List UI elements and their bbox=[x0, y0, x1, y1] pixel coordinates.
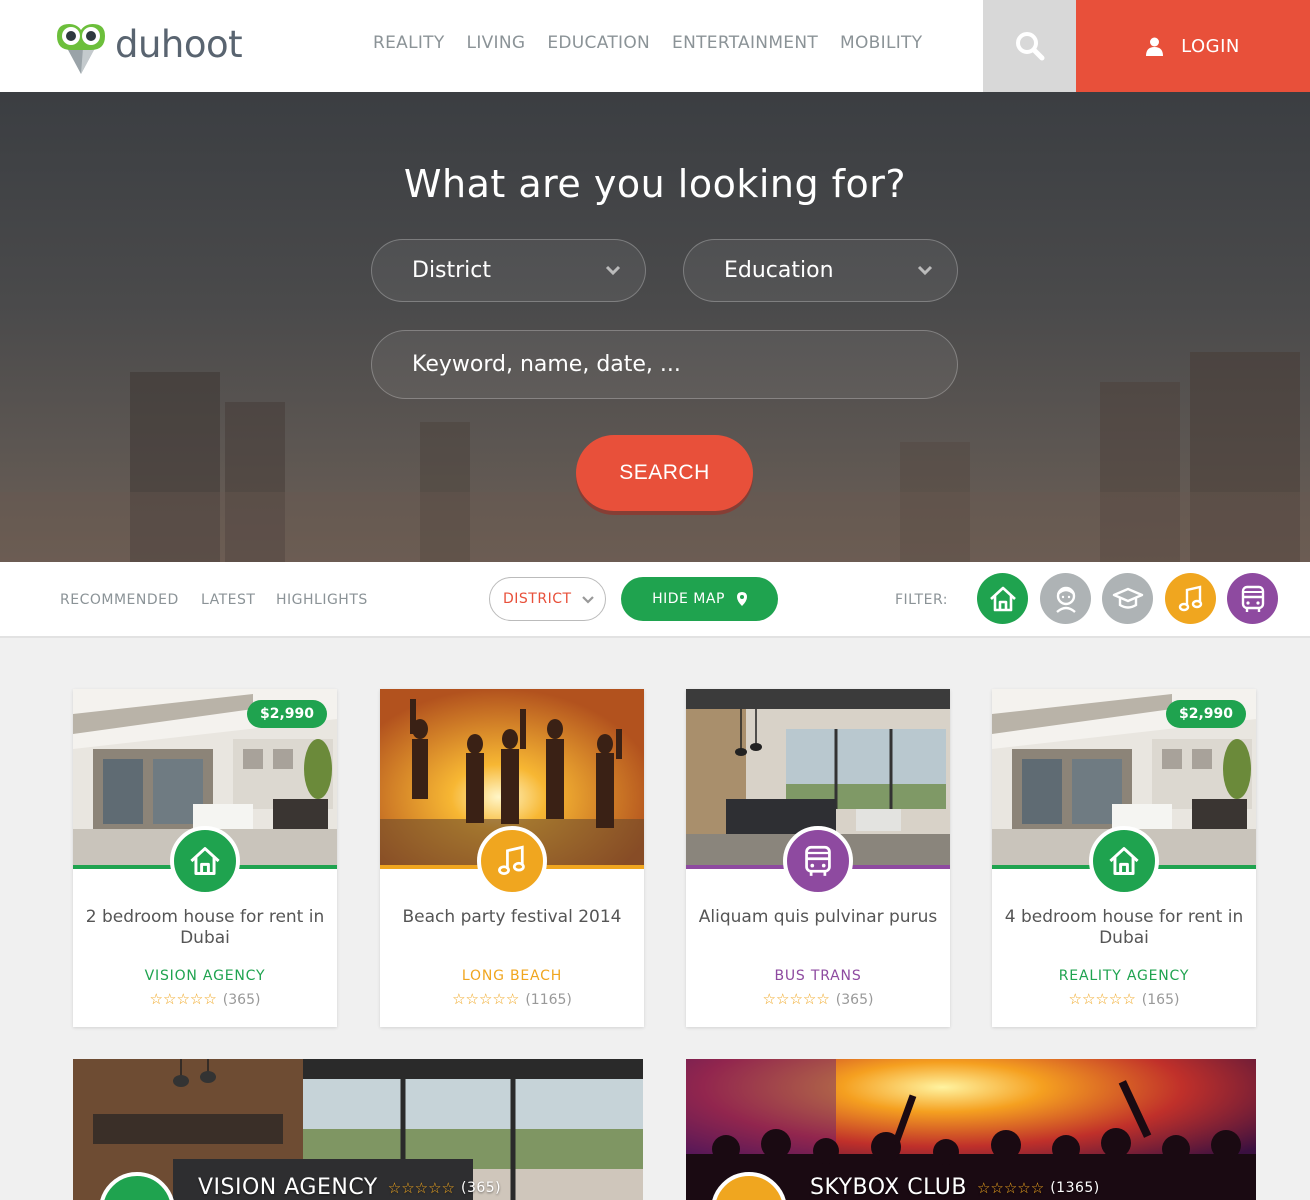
star-rating-icon: ☆☆☆☆☆ bbox=[387, 1178, 455, 1197]
nav-item-education[interactable]: EDUCATION bbox=[547, 33, 650, 53]
listing-card[interactable]: $2,990 2 bedroom house for rent in Dubai… bbox=[73, 689, 337, 1027]
category-badge bbox=[1089, 826, 1159, 896]
listing-title[interactable]: Beach party festival 2014 bbox=[390, 907, 634, 928]
house-icon bbox=[989, 586, 1016, 611]
featured-card[interactable]: VISION AGENCY ☆☆☆☆☆ (365) bbox=[73, 1059, 643, 1200]
featured-title[interactable]: SKYBOX CLUB bbox=[810, 1175, 967, 1200]
login-label: LOGIN bbox=[1181, 35, 1240, 57]
header-search-button[interactable] bbox=[983, 0, 1076, 92]
filter-reality[interactable] bbox=[977, 573, 1028, 624]
featured-title-row: SKYBOX CLUB ☆☆☆☆☆ (1365) bbox=[810, 1175, 1100, 1200]
listing-rating: ☆☆☆☆☆ (365) bbox=[686, 990, 950, 1008]
top-header: duhoot REALITY LIVING EDUCATION ENTERTAI… bbox=[0, 0, 1310, 92]
category-badge bbox=[477, 826, 547, 896]
bus-icon bbox=[1241, 585, 1264, 612]
listing-title[interactable]: 4 bedroom house for rent in Dubai bbox=[1002, 907, 1246, 949]
district-dropdown[interactable]: DISTRICT bbox=[489, 577, 606, 621]
filter-education[interactable] bbox=[1102, 573, 1153, 624]
star-rating-icon: ☆☆☆☆☆ bbox=[1068, 990, 1136, 1008]
featured-card[interactable]: SKYBOX CLUB ☆☆☆☆☆ (1365) bbox=[686, 1059, 1256, 1200]
price-badge: $2,990 bbox=[1165, 700, 1246, 728]
bus-icon bbox=[805, 845, 831, 876]
hero-search: What are you looking for? District Educa… bbox=[0, 92, 1310, 562]
star-rating-icon: ☆☆☆☆☆ bbox=[452, 990, 520, 1008]
filter-mobility[interactable] bbox=[1227, 573, 1278, 624]
graduation-cap-icon bbox=[1112, 587, 1143, 609]
listing-agency[interactable]: REALITY AGENCY bbox=[992, 968, 1256, 984]
chevron-down-icon bbox=[917, 265, 933, 276]
nav-item-entertainment[interactable]: ENTERTAINMENT bbox=[672, 33, 818, 53]
listing-card[interactable]: Aliquam quis pulvinar purus BUS TRANS ☆☆… bbox=[686, 689, 950, 1027]
brand-name: duhoot bbox=[115, 22, 243, 66]
hero-title: What are you looking for? bbox=[403, 162, 907, 206]
keyword-input[interactable] bbox=[371, 330, 958, 399]
tab-highlights[interactable]: HIGHLIGHTS bbox=[276, 592, 368, 608]
music-note-icon bbox=[498, 845, 525, 875]
nav-item-living[interactable]: LIVING bbox=[467, 33, 526, 53]
listing-agency[interactable]: BUS TRANS bbox=[686, 968, 950, 984]
district-dropdown-label: DISTRICT bbox=[503, 591, 572, 607]
filter-entertainment[interactable] bbox=[1165, 573, 1216, 624]
review-count: (365) bbox=[461, 1179, 502, 1196]
listing-agency[interactable]: VISION AGENCY bbox=[73, 968, 337, 984]
listing-card[interactable]: $2,990 4 bedroom house for rent in Dubai… bbox=[992, 689, 1256, 1027]
house-icon bbox=[190, 847, 220, 875]
house-icon bbox=[1109, 847, 1139, 875]
filter-label: FILTER: bbox=[895, 592, 948, 608]
price-badge: $2,990 bbox=[246, 700, 327, 728]
review-count: (365) bbox=[222, 992, 261, 1008]
listing-rating: ☆☆☆☆☆ (1165) bbox=[380, 990, 644, 1008]
brand-logo[interactable]: duhoot bbox=[53, 18, 243, 76]
listing-rating: ☆☆☆☆☆ (365) bbox=[73, 990, 337, 1008]
category-badge bbox=[783, 826, 853, 896]
review-count: (1365) bbox=[1050, 1179, 1100, 1196]
star-rating-icon: ☆☆☆☆☆ bbox=[149, 990, 217, 1008]
person-icon bbox=[1055, 586, 1076, 613]
chevron-down-icon bbox=[582, 596, 594, 604]
listing-rating: ☆☆☆☆☆ (165) bbox=[992, 990, 1256, 1008]
filter-bar: RECOMMENDED LATEST HIGHLIGHTS DISTRICT H… bbox=[0, 562, 1310, 638]
owl-logo-icon bbox=[53, 18, 109, 76]
login-button[interactable]: LOGIN bbox=[1076, 0, 1310, 92]
filter-living[interactable] bbox=[1040, 573, 1091, 624]
search-icon bbox=[1015, 32, 1044, 61]
map-pin-icon bbox=[736, 592, 747, 606]
featured-title[interactable]: VISION AGENCY bbox=[198, 1175, 378, 1200]
listing-title[interactable]: Aliquam quis pulvinar purus bbox=[696, 907, 940, 928]
district-select[interactable]: District bbox=[371, 239, 646, 302]
listing-agency[interactable]: LONG BEACH bbox=[380, 968, 644, 984]
category-badge bbox=[170, 826, 240, 896]
category-select-value: Education bbox=[724, 258, 834, 283]
hide-map-button[interactable]: HIDE MAP bbox=[621, 577, 778, 621]
user-icon bbox=[1146, 37, 1164, 56]
search-button[interactable]: SEARCH bbox=[576, 435, 753, 511]
hide-map-label: HIDE MAP bbox=[652, 591, 725, 607]
listing-title[interactable]: 2 bedroom house for rent in Dubai bbox=[83, 907, 327, 949]
tab-recommended[interactable]: RECOMMENDED bbox=[60, 592, 179, 608]
nav-item-reality[interactable]: REALITY bbox=[373, 33, 445, 53]
chevron-down-icon bbox=[605, 265, 621, 276]
review-count: (365) bbox=[835, 992, 874, 1008]
star-rating-icon: ☆☆☆☆☆ bbox=[976, 1178, 1045, 1197]
category-select[interactable]: Education bbox=[683, 239, 958, 302]
review-count: (1165) bbox=[525, 992, 572, 1008]
star-rating-icon: ☆☆☆☆☆ bbox=[762, 990, 830, 1008]
featured-title-row: VISION AGENCY ☆☆☆☆☆ (365) bbox=[198, 1175, 501, 1200]
district-select-value: District bbox=[412, 258, 492, 283]
review-count: (165) bbox=[1141, 992, 1180, 1008]
main-nav: REALITY LIVING EDUCATION ENTERTAINMENT M… bbox=[373, 33, 944, 53]
nav-item-mobility[interactable]: MOBILITY bbox=[840, 33, 922, 53]
music-note-icon bbox=[1178, 584, 1202, 611]
tab-latest[interactable]: LATEST bbox=[201, 592, 255, 608]
listing-card[interactable]: Beach party festival 2014 LONG BEACH ☆☆☆… bbox=[380, 689, 644, 1027]
